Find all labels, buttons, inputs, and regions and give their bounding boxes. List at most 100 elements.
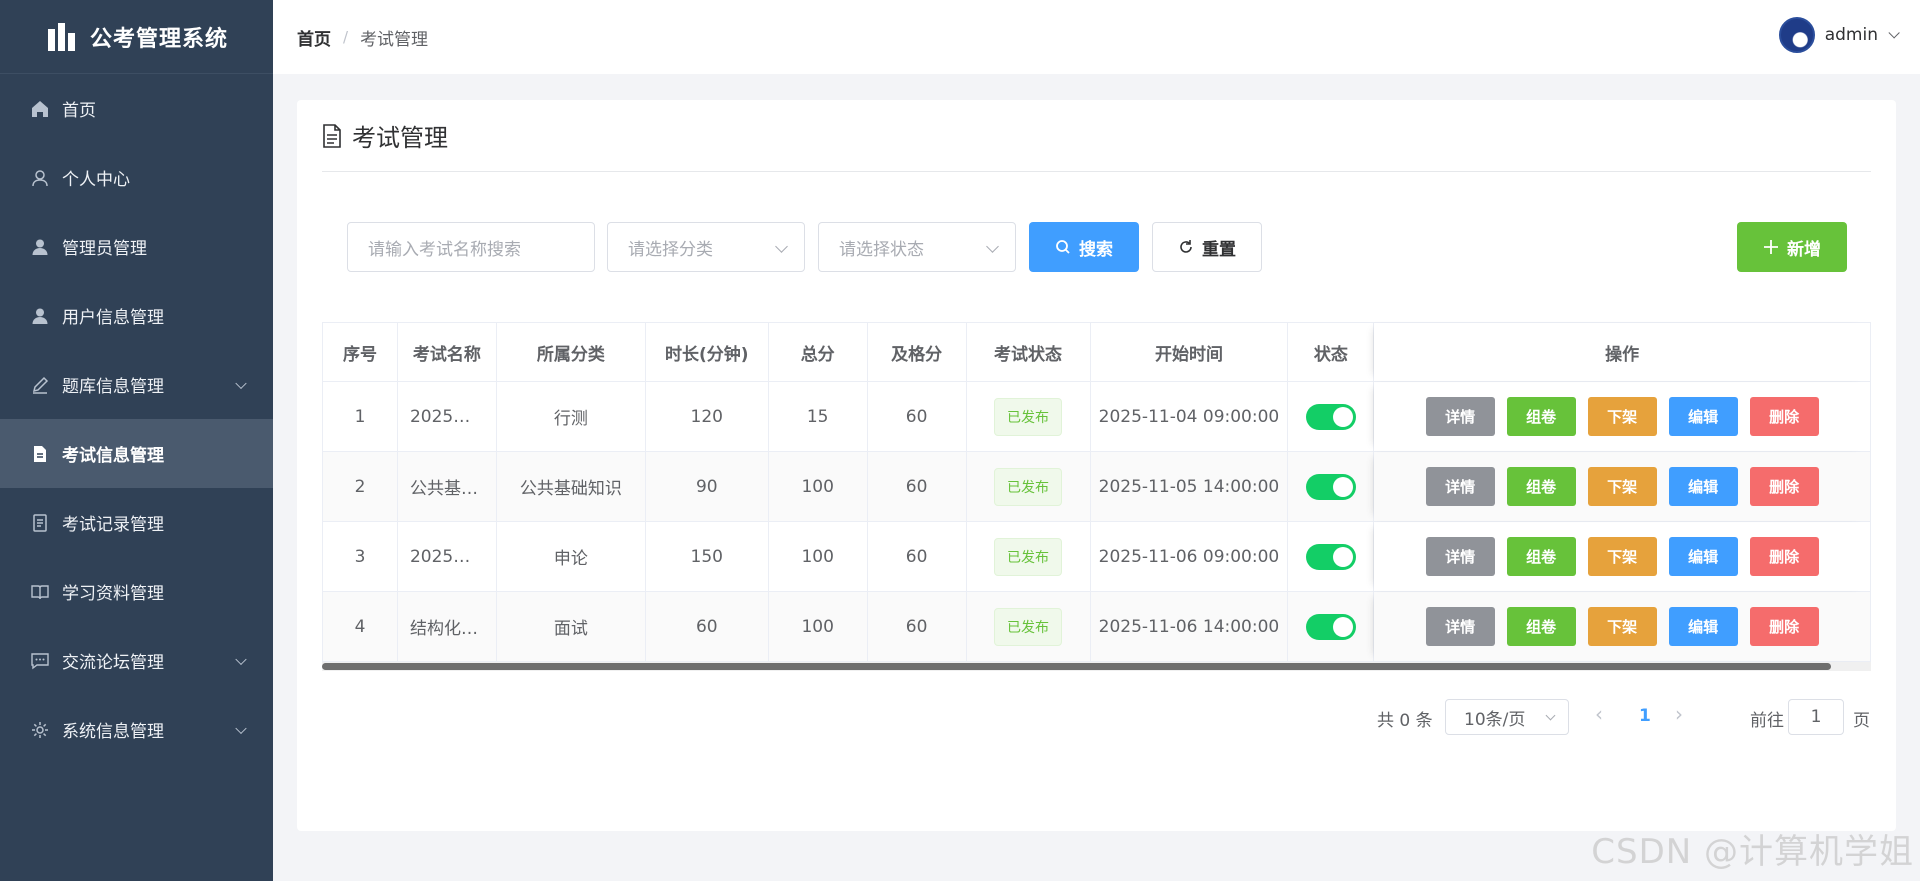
breadcrumb-separator: / [343,28,349,46]
sidebar-item-2[interactable]: 管理员管理 [0,212,273,281]
search-button[interactable]: 搜索 [1029,222,1139,272]
scrollbar-thumb[interactable] [322,663,1831,670]
enabled-toggle[interactable] [1305,613,1356,640]
off-shelf-button[interactable]: 下架 [1587,537,1657,576]
cell-enabled [1288,522,1375,591]
row-actions: 详情 组卷 下架 编辑 删除 [1425,397,1819,436]
edit-button[interactable]: 编辑 [1668,607,1738,646]
sidebar-item-7[interactable]: 学习资料管理 [0,557,273,626]
table-row: 3 2025… 申论 150 100 60 已发布 2025-11-06 09:00:00 详情… [323,522,1871,592]
cell-enabled [1288,452,1375,521]
watermark: CSDN @计算机学姐 [1591,832,1914,872]
detail-button[interactable]: 详情 [1425,397,1495,436]
breadcrumb-home[interactable]: 首页 [297,25,331,50]
detail-button[interactable]: 详情 [1425,537,1495,576]
prev-page-icon[interactable]: ‹ [1595,702,1603,726]
sidebar-item-label: 交流论坛管理 [62,653,164,673]
exam-table: 序号 考试名称 所属分类 时长(分钟) 总分 及格分 考试状态 开始时间 状态 操作 1 2025… 行… [322,322,1871,662]
column-header: 考试名称 [398,323,497,381]
chevron-down-icon [235,653,247,665]
sidebar-item-9[interactable]: 系统信息管理 [0,695,273,764]
sidebar-item-label: 管理员管理 [62,239,147,259]
enabled-toggle[interactable] [1305,543,1356,570]
off-shelf-button[interactable]: 下架 [1587,467,1657,506]
category-select-placeholder: 请选择分类 [628,239,713,260]
user-icon [30,237,50,257]
cell-total: 100 [769,592,868,661]
page-title: 考试管理 [352,124,448,152]
sidebar-item-8[interactable]: 交流论坛管理 [0,626,273,695]
reset-button[interactable]: 重置 [1152,222,1262,272]
book-icon [30,582,50,602]
cell-index: 3 [323,522,398,591]
cell-start-time: 2025-11-05 14:00:00 [1091,452,1289,521]
cell-pass: 60 [868,382,967,451]
sidebar-item-3[interactable]: 用户信息管理 [0,281,273,350]
column-header: 序号 [323,323,398,381]
sidebar-item-label: 用户信息管理 [62,308,164,328]
off-shelf-button[interactable]: 下架 [1587,397,1657,436]
row-actions: 详情 组卷 下架 编辑 删除 [1425,607,1819,646]
compose-paper-button[interactable]: 组卷 [1506,607,1576,646]
cell-total: 15 [769,382,868,451]
edit-button[interactable]: 编辑 [1668,537,1738,576]
compose-paper-button[interactable]: 组卷 [1506,397,1576,436]
cell-name: 2025… [398,382,497,451]
sidebar-item-5[interactable]: 考试信息管理 [0,419,273,488]
cell-actions: 详情 组卷 下架 编辑 删除 [1374,452,1871,521]
enabled-toggle[interactable] [1305,473,1356,500]
status-select[interactable]: 请选择状态 [818,222,1016,272]
sidebar-item-label: 首页 [62,101,96,121]
compose-paper-button[interactable]: 组卷 [1506,537,1576,576]
chat-icon [30,651,50,671]
home-icon [30,99,50,119]
delete-button[interactable]: 删除 [1749,537,1819,576]
cell-name: 公共基… [398,452,497,521]
pen-icon [30,375,50,395]
table-header-row: 序号 考试名称 所属分类 时长(分钟) 总分 及格分 考试状态 开始时间 状态 操作 [323,323,1871,382]
enabled-toggle[interactable] [1305,403,1356,430]
user-icon [30,306,50,326]
cell-name: 2025… [398,522,497,591]
jump-page-input[interactable]: 1 [1788,699,1844,735]
pagination: 共 0 条 10条/页 ‹ 1 › 前往 1 页 [1377,698,1877,736]
status-badge: 已发布 [994,467,1063,506]
avatar[interactable] [1778,17,1815,53]
sidebar-item-0[interactable]: 首页 [0,74,273,143]
sidebar-item-6[interactable]: 考试记录管理 [0,488,273,557]
add-button[interactable]: 新增 [1737,222,1847,272]
delete-button[interactable]: 删除 [1749,397,1819,436]
sidebar-item-4[interactable]: 题库信息管理 [0,350,273,419]
next-page-icon[interactable]: › [1675,702,1683,726]
user-menu[interactable]: admin [1778,17,1900,53]
category-select[interactable]: 请选择分类 [607,222,805,272]
page-size-select[interactable]: 10条/页 [1445,699,1569,735]
horizontal-scrollbar[interactable] [322,662,1871,671]
chevron-down-icon [235,722,247,734]
detail-button[interactable]: 详情 [1425,467,1495,506]
cell-index: 2 [323,452,398,521]
sidebar-item-1[interactable]: 个人中心 [0,143,273,212]
brand: 公考管理系统 [0,0,273,74]
cell-exam-status: 已发布 [967,592,1091,661]
jump-prefix: 前往 [1750,711,1784,731]
column-header: 时长(分钟) [646,323,769,381]
current-page-number[interactable]: 1 [1639,706,1651,726]
chevron-down-icon[interactable] [1888,27,1900,39]
sidebar-menu: 首页个人中心管理员管理用户信息管理题库信息管理 考试信息管理 考试记录管理 学习资料管… [0,74,273,764]
cell-enabled [1288,382,1375,451]
column-header: 及格分 [868,323,967,381]
cell-pass: 60 [868,592,967,661]
detail-button[interactable]: 详情 [1425,607,1495,646]
edit-button[interactable]: 编辑 [1668,397,1738,436]
compose-paper-button[interactable]: 组卷 [1506,467,1576,506]
cell-category: 行测 [497,382,646,451]
user-name[interactable]: admin [1825,25,1878,45]
logo-icon [48,22,76,51]
delete-button[interactable]: 删除 [1749,467,1819,506]
delete-button[interactable]: 删除 [1749,607,1819,646]
off-shelf-button[interactable]: 下架 [1587,607,1657,646]
exam-name-search-input[interactable]: 请输入考试名称搜索 [347,222,595,272]
cell-pass: 60 [868,452,967,521]
edit-button[interactable]: 编辑 [1668,467,1738,506]
